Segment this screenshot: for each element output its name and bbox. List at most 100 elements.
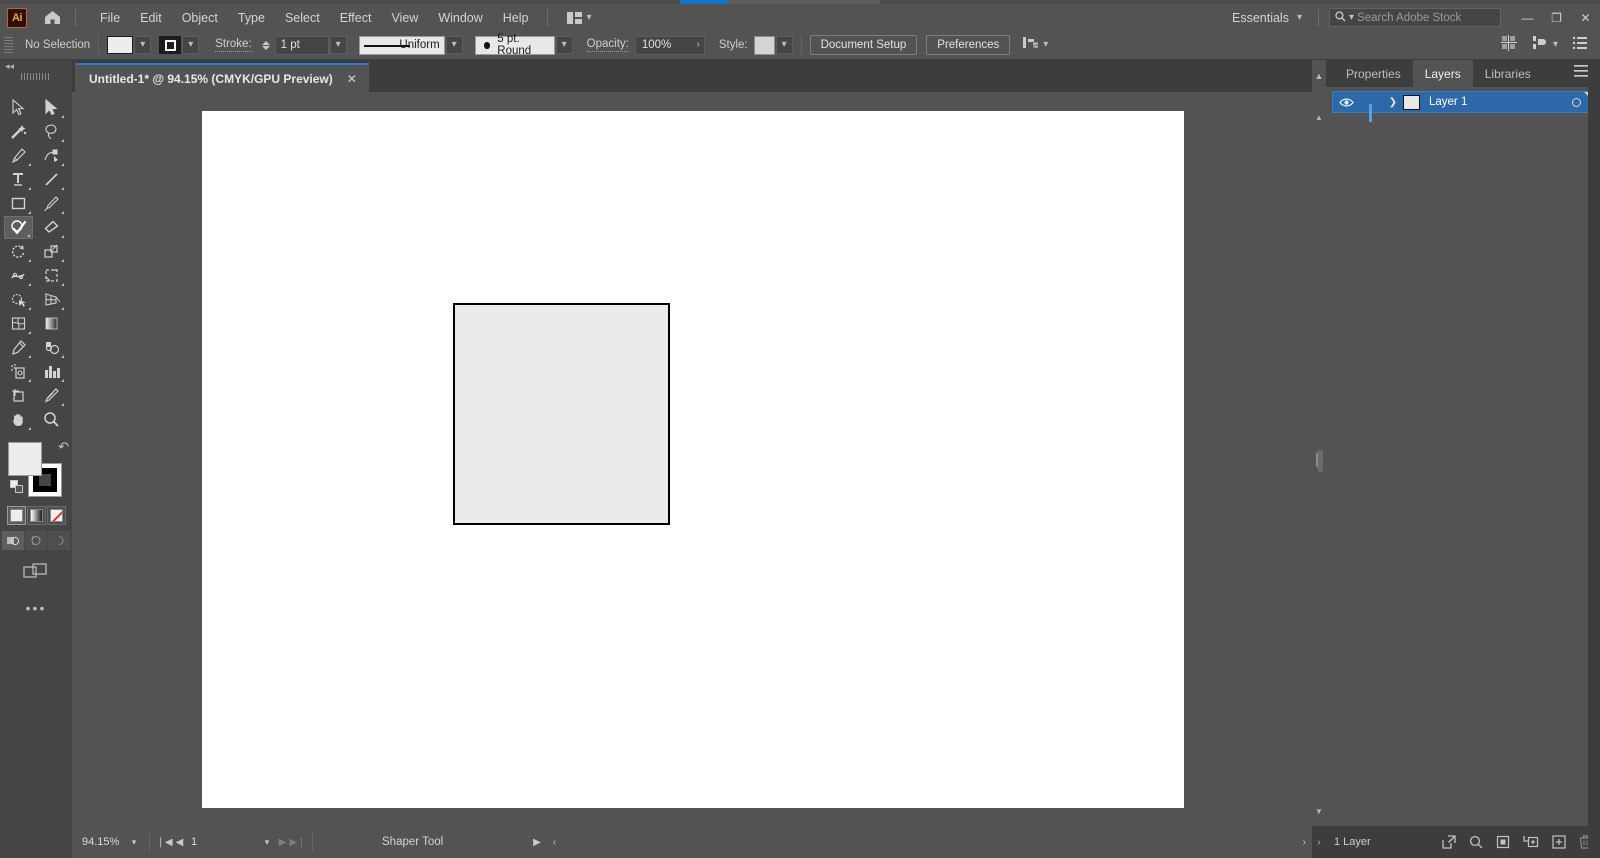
default-fill-stroke-icon[interactable] bbox=[10, 480, 24, 494]
document-setup-button[interactable]: Document Setup bbox=[809, 35, 918, 55]
locate-object-icon[interactable] bbox=[1442, 835, 1456, 849]
options-menu-icon[interactable] bbox=[1572, 36, 1588, 55]
eyedropper-tool[interactable] bbox=[4, 336, 33, 359]
line-segment-tool[interactable] bbox=[37, 168, 66, 191]
chevron-right-icon[interactable]: ❯ bbox=[1383, 97, 1403, 108]
rectangle-tool[interactable] bbox=[4, 192, 33, 215]
perspective-grid-tool[interactable] bbox=[37, 288, 66, 311]
make-clipping-mask-icon[interactable] bbox=[1496, 835, 1510, 849]
stroke-label[interactable]: Stroke: bbox=[215, 38, 252, 52]
graphic-style-dropdown[interactable]: ▾ bbox=[775, 36, 793, 54]
none-mode-button[interactable] bbox=[46, 506, 66, 525]
scroll-up-icon[interactable]: ▲ bbox=[1312, 110, 1326, 124]
pen-tool[interactable] bbox=[4, 144, 33, 167]
tab-layers[interactable]: Layers bbox=[1412, 60, 1473, 87]
layer-name-label[interactable]: Layer 1 bbox=[1429, 96, 1572, 108]
eye-icon[interactable] bbox=[1333, 97, 1359, 108]
menu-help[interactable]: Help bbox=[493, 7, 539, 29]
collapse-arrows-icon[interactable]: ◂◂ bbox=[5, 62, 14, 71]
create-sublayer-icon[interactable] bbox=[1523, 835, 1539, 849]
color-mode-button[interactable] bbox=[6, 506, 26, 525]
gradient-tool[interactable] bbox=[37, 312, 66, 335]
menu-type[interactable]: Type bbox=[228, 7, 275, 29]
tab-libraries[interactable]: Libraries bbox=[1473, 60, 1543, 87]
graphic-style-swatch[interactable] bbox=[753, 35, 775, 55]
stroke-profile-select[interactable]: Uniform bbox=[358, 35, 445, 55]
toolbar-grip[interactable] bbox=[21, 73, 51, 80]
home-icon[interactable] bbox=[37, 5, 67, 31]
status-left-chevron-icon[interactable]: ‹ bbox=[553, 837, 556, 848]
search-adobe-stock[interactable]: ▾ bbox=[1329, 8, 1512, 27]
zoom-level-dropdown[interactable]: ▾ bbox=[126, 833, 142, 851]
zoom-tool[interactable] bbox=[37, 408, 66, 431]
artboard-number-dropdown[interactable]: ▾ bbox=[259, 833, 275, 851]
close-icon[interactable]: ✕ bbox=[347, 72, 357, 86]
menu-select[interactable]: Select bbox=[275, 7, 330, 29]
eraser-tool[interactable] bbox=[37, 216, 66, 239]
create-new-layer-icon[interactable] bbox=[1552, 835, 1566, 849]
panel-collapse-button[interactable]: ▲ bbox=[1312, 60, 1326, 92]
fill-dropdown[interactable]: ▾ bbox=[134, 36, 152, 54]
minimize-button[interactable]: — bbox=[1513, 4, 1542, 31]
fill-proxy[interactable] bbox=[8, 442, 42, 476]
canvas-area[interactable] bbox=[72, 92, 1312, 826]
brush-definition-select[interactable]: 5 pt. Round bbox=[474, 33, 555, 57]
search-input[interactable] bbox=[1357, 11, 1512, 24]
arrange-documents-button[interactable]: ▾ bbox=[562, 9, 597, 27]
shape-builder-tool[interactable] bbox=[4, 288, 33, 311]
status-right-chevron-icon[interactable]: › bbox=[1303, 837, 1312, 848]
direct-selection-tool[interactable] bbox=[37, 96, 66, 119]
rotate-tool[interactable] bbox=[4, 240, 33, 263]
menu-view[interactable]: View bbox=[381, 7, 428, 29]
edit-toolbar-button[interactable]: ••• bbox=[26, 600, 47, 616]
lasso-tool[interactable] bbox=[37, 120, 66, 143]
search-icon[interactable] bbox=[1469, 835, 1483, 849]
stroke-profile-dropdown[interactable]: ▾ bbox=[445, 36, 463, 54]
stroke-weight-dropdown[interactable]: ▾ bbox=[329, 36, 347, 54]
status-menu-arrow-icon[interactable]: ▶ bbox=[533, 837, 541, 848]
gradient-mode-button[interactable] bbox=[26, 506, 46, 525]
drawn-square[interactable] bbox=[453, 303, 670, 525]
menu-edit[interactable]: Edit bbox=[130, 7, 172, 29]
opacity-input[interactable]: 100% › bbox=[634, 35, 705, 55]
paintbrush-tool[interactable] bbox=[37, 192, 66, 215]
preferences-button[interactable]: Preferences bbox=[926, 35, 1011, 55]
artboard-tool[interactable] bbox=[4, 384, 33, 407]
current-tool-label[interactable]: Shaper Tool bbox=[382, 836, 443, 848]
next-artboard-button[interactable]: ▶ bbox=[275, 833, 290, 851]
swap-fill-stroke-icon[interactable]: ↶ bbox=[58, 439, 69, 455]
change-screen-mode-button[interactable] bbox=[21, 560, 51, 582]
opacity-label[interactable]: Opacity: bbox=[586, 38, 629, 52]
artboard[interactable] bbox=[202, 111, 1184, 808]
scroll-down-icon[interactable]: ▼ bbox=[1312, 804, 1326, 818]
stroke-weight-input[interactable]: 1 pt bbox=[274, 35, 329, 55]
layer-target-circle-icon[interactable] bbox=[1572, 97, 1581, 107]
menu-object[interactable]: Object bbox=[172, 7, 228, 29]
slice-tool[interactable] bbox=[37, 384, 66, 407]
document-tab[interactable]: Untitled-1* @ 94.15% (CMYK/GPU Preview) … bbox=[75, 63, 369, 92]
workspace-switcher[interactable]: Essentials ▾ bbox=[1224, 8, 1310, 28]
fill-color-swatch[interactable] bbox=[107, 36, 134, 54]
draw-normal-button[interactable] bbox=[2, 531, 24, 550]
brush-definition-dropdown[interactable]: ▾ bbox=[555, 36, 573, 54]
draw-behind-button[interactable] bbox=[25, 531, 47, 550]
control-bar-grip[interactable] bbox=[4, 36, 13, 54]
close-button[interactable]: ✕ bbox=[1571, 4, 1600, 31]
menu-file[interactable]: File bbox=[90, 7, 130, 29]
symbol-sprayer-tool[interactable] bbox=[4, 360, 33, 383]
toolbar-collapse-area[interactable]: ◂◂ bbox=[0, 60, 72, 92]
align-panel-button[interactable]: ▾ bbox=[1531, 35, 1558, 56]
previous-artboard-button[interactable]: ◀ bbox=[172, 833, 187, 851]
panel-resize-handle[interactable] bbox=[1318, 450, 1323, 472]
hand-tool[interactable] bbox=[4, 408, 33, 431]
zoom-level-input[interactable]: 94.15% bbox=[78, 833, 126, 851]
chevron-down-icon[interactable]: ▾ bbox=[1043, 40, 1048, 50]
stroke-dropdown[interactable]: ▾ bbox=[182, 36, 200, 54]
selection-tool[interactable] bbox=[4, 96, 33, 119]
scale-tool[interactable] bbox=[37, 240, 66, 263]
artboard-number-input[interactable]: 1 bbox=[187, 833, 259, 851]
stroke-color-swatch[interactable] bbox=[159, 36, 182, 54]
shaper-tool[interactable] bbox=[4, 216, 33, 239]
free-transform-tool[interactable] bbox=[37, 264, 66, 287]
column-graph-tool[interactable] bbox=[37, 360, 66, 383]
